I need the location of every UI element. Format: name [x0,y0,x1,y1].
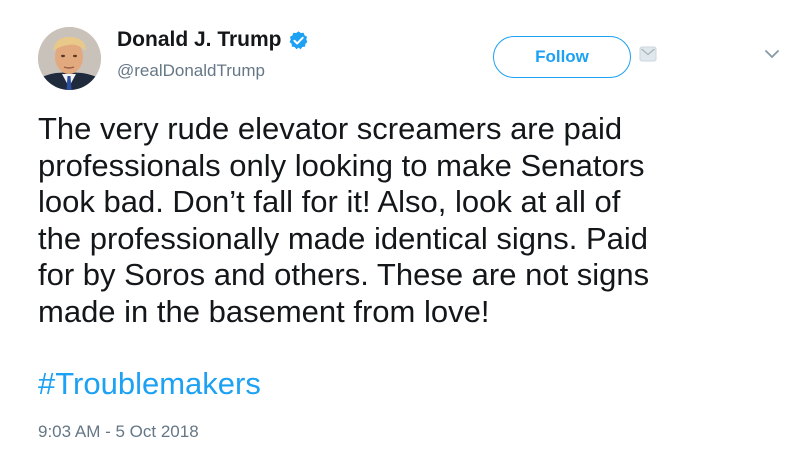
verified-badge-icon [288,30,309,51]
tweet-card: Donald J. Trump @realDonaldTrump Follow … [0,0,810,456]
avatar[interactable] [38,27,101,90]
chevron-down-icon[interactable] [764,47,780,59]
tweet-timestamp[interactable]: 9:03 AM - 5 Oct 2018 [38,422,199,442]
avatar-image [38,27,101,90]
tweet-text: The very rude elevator screamers are pai… [38,111,650,329]
author-display-name[interactable]: Donald J. Trump [117,28,282,52]
author-handle[interactable]: @realDonaldTrump [117,61,265,81]
author-name-row: Donald J. Trump [117,28,309,52]
hashtag-link[interactable]: #Troublemakers [38,366,261,403]
direct-message-icon[interactable] [639,46,657,62]
follow-button[interactable]: Follow [493,36,631,78]
